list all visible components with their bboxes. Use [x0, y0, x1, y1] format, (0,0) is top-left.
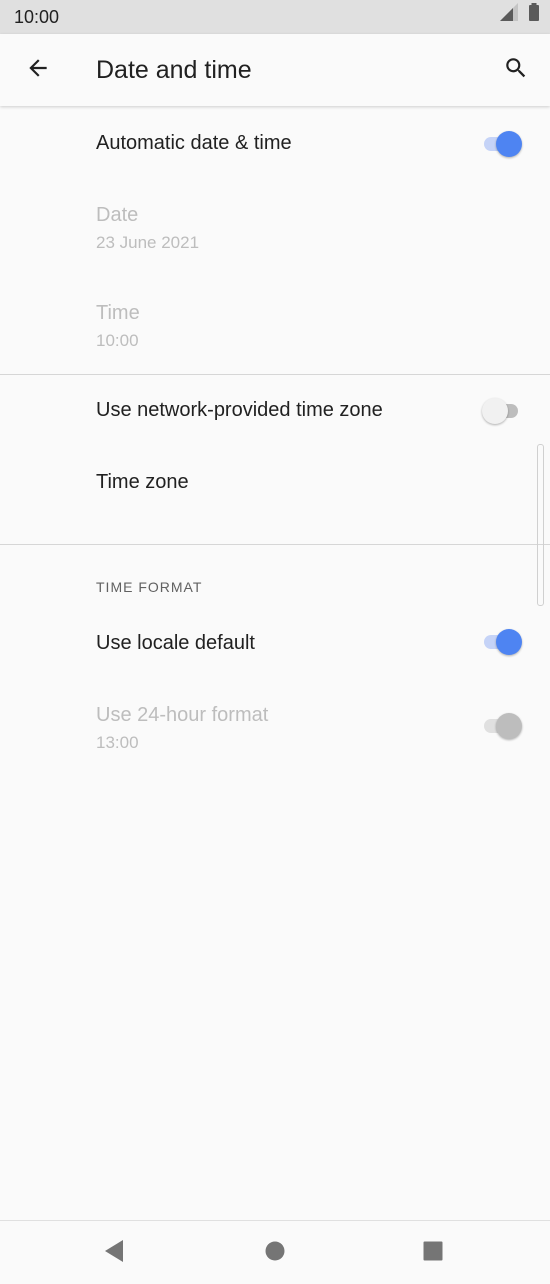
nav-recents-icon	[423, 1241, 443, 1266]
automatic-date-time-toggle[interactable]	[482, 130, 524, 158]
scrollbar[interactable]	[537, 444, 544, 606]
setting-title: Use 24-hour format	[96, 704, 269, 726]
setting-use-24-hour: Use 24-hour format 13:00	[0, 686, 550, 776]
setting-network-time-zone[interactable]: Use network-provided time zone	[0, 376, 550, 446]
app-bar: Date and time	[0, 34, 550, 106]
status-bar: 10:00	[0, 0, 550, 34]
setting-use-locale-default[interactable]: Use locale default	[0, 610, 550, 674]
page-title: Date and time	[96, 56, 252, 84]
setting-value: 13:00	[96, 733, 139, 752]
battery-icon	[528, 3, 540, 26]
back-button[interactable]	[16, 48, 60, 92]
divider	[0, 374, 550, 375]
nav-back-icon	[105, 1239, 125, 1267]
search-icon	[503, 55, 529, 86]
use-24-hour-toggle	[482, 712, 524, 740]
status-time: 10:00	[14, 7, 60, 27]
nav-recents-button[interactable]	[413, 1233, 453, 1273]
divider	[0, 544, 550, 545]
setting-automatic-date-time[interactable]: Automatic date & time	[0, 106, 550, 182]
setting-title: Time zone	[96, 471, 189, 493]
section-header-time-format: TIME FORMAT	[96, 579, 203, 595]
setting-time-zone[interactable]: Time zone	[0, 448, 550, 542]
nav-home-icon	[265, 1241, 285, 1266]
network-time-zone-toggle[interactable]	[482, 397, 524, 425]
setting-title: Automatic date & time	[96, 132, 292, 154]
search-button[interactable]	[494, 48, 538, 92]
setting-value: 23 June 2021	[96, 233, 200, 252]
nav-home-button[interactable]	[255, 1233, 295, 1273]
setting-date: Date 23 June 2021	[0, 186, 550, 280]
setting-time: Time 10:00	[0, 284, 550, 378]
use-locale-default-toggle[interactable]	[482, 628, 524, 656]
navigation-bar	[0, 1220, 550, 1284]
setting-value: 10:00	[96, 331, 139, 350]
settings-list: Automatic date & time Date 23 June 2021 …	[0, 106, 550, 1220]
setting-title: Date	[96, 204, 139, 226]
setting-title: Time	[96, 302, 140, 324]
setting-title: Use network-provided time zone	[96, 399, 383, 421]
nav-back-button[interactable]	[95, 1233, 135, 1273]
signal-icon	[500, 3, 520, 26]
setting-title: Use locale default	[96, 632, 255, 654]
arrow-back-icon	[25, 55, 51, 86]
status-icons	[500, 3, 540, 26]
